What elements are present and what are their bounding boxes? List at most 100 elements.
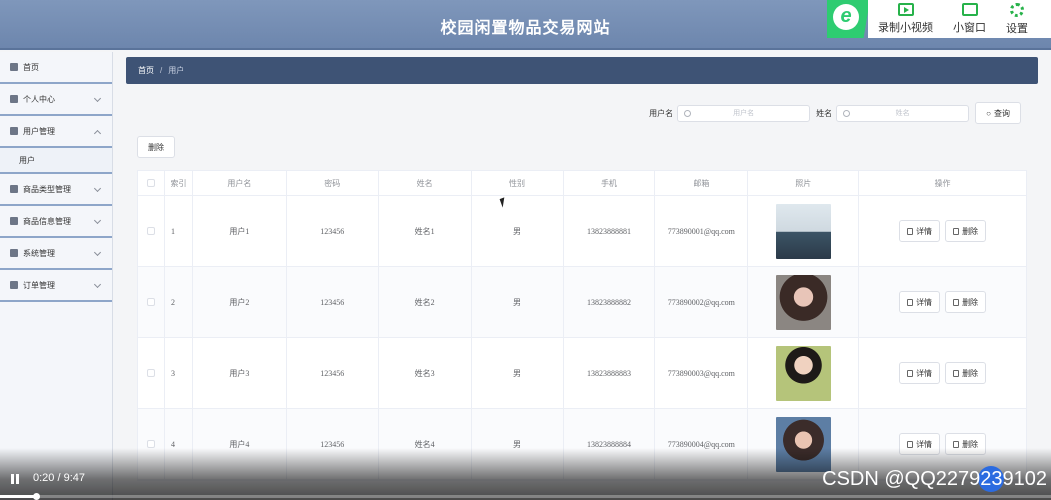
sidebar-item-home[interactable]: 首页 <box>0 52 112 84</box>
sidebar-item-system-management[interactable]: 系统管理 <box>0 238 112 270</box>
row-select-cell <box>138 196 165 266</box>
batch-delete-button[interactable]: 删除 <box>137 136 175 158</box>
trash-icon <box>953 369 960 377</box>
detail-button[interactable]: 详情 <box>899 220 941 242</box>
settings-button[interactable]: 设置 <box>996 0 1038 38</box>
column-header: 用户名 <box>193 171 287 195</box>
cell-email: 773890003@qq.com <box>655 338 749 408</box>
chevron-down-icon <box>93 94 102 103</box>
sidebar-item-profile[interactable]: 个人中心 <box>0 84 112 116</box>
breadcrumb-home[interactable]: 首页 <box>138 65 154 76</box>
chevron-down-icon <box>93 248 102 257</box>
column-header: 操作 <box>934 178 951 188</box>
top-header: 校园闲置物品交易网站 e 录制小视频 小窗口 设置 <box>0 0 1051 50</box>
gear-icon <box>1010 2 1024 17</box>
delete-button[interactable]: 删除 <box>945 291 987 313</box>
delete-button-label: 删除 <box>962 297 979 307</box>
document-icon <box>907 440 914 448</box>
delete-button[interactable]: 删除 <box>945 220 987 242</box>
row-checkbox[interactable] <box>146 227 155 235</box>
record-video-button[interactable]: 录制小视频 <box>868 0 943 38</box>
name-search-input[interactable]: 姓名 <box>836 104 970 122</box>
video-progress-fill <box>0 495 36 498</box>
sidebar-item-label: 用户 <box>19 155 35 165</box>
cell-password: 123456 <box>287 196 379 266</box>
cell-gender: 男 <box>472 267 564 337</box>
cell-photo <box>748 196 860 266</box>
sidebar-item-order-management[interactable]: 订单管理 <box>0 270 112 302</box>
delete-button[interactable]: 删除 <box>945 362 987 384</box>
detail-button[interactable]: 详情 <box>899 362 941 384</box>
cell-name: 姓名2 <box>379 267 472 337</box>
row-select-cell <box>138 338 165 408</box>
document-icon <box>907 369 914 377</box>
chevron-down-icon <box>93 184 102 193</box>
settings-label: 设置 <box>1006 22 1028 35</box>
cell-phone: 13823888883 <box>564 338 656 408</box>
cell-gender: 男 <box>472 196 564 266</box>
user-photo[interactable] <box>775 203 831 259</box>
cell-gender: 男 <box>472 338 564 408</box>
select-all-checkbox[interactable] <box>146 179 155 187</box>
sidebar-item-product-management[interactable]: 商品信息管理 <box>0 206 112 238</box>
detail-button-label: 详情 <box>916 226 933 236</box>
name-label: 姓名 <box>816 108 833 118</box>
query-button-label: 查询 <box>994 108 1010 118</box>
cell-email: 773890002@qq.com <box>655 267 749 337</box>
browser-extension-badge[interactable]: e <box>827 0 870 38</box>
column-header: 姓名 <box>379 171 472 195</box>
extension-logo-icon: e <box>833 4 859 30</box>
table-row: 3 用户3 123456 姓名3 男 13823888883 773890003… <box>138 338 1026 409</box>
video-progress-handle[interactable] <box>32 493 40 500</box>
sidebar-item-label: 商品信息管理 <box>23 216 71 226</box>
row-checkbox[interactable] <box>146 369 155 377</box>
cell-actions: 详情 删除 <box>859 267 1026 337</box>
table-header: 索引 用户名 密码 姓名 性别 手机 邮箱 照片 操作 <box>138 171 1026 196</box>
detail-button-label: 详情 <box>916 297 933 307</box>
cell-photo <box>748 338 860 408</box>
tag-icon <box>10 185 18 193</box>
record-video-label: 录制小视频 <box>878 22 933 34</box>
breadcrumb-current: 用户 <box>168 66 185 75</box>
trash-icon <box>953 298 960 306</box>
trash-icon <box>953 227 960 235</box>
pause-icon[interactable] <box>11 474 19 484</box>
cell-name: 姓名1 <box>379 196 472 266</box>
sidebar-item-label: 用户管理 <box>23 126 55 136</box>
detail-button-label: 详情 <box>916 368 933 378</box>
cell-actions: 详情 删除 <box>859 196 1026 266</box>
sidebar-item-category-management[interactable]: 商品类型管理 <box>0 174 112 206</box>
video-progress-bar[interactable] <box>0 493 1051 500</box>
column-header: 性别 <box>472 171 564 195</box>
search-bar: 用户名 用户名 姓名 姓名 ○ 查询 <box>649 102 1021 124</box>
sidebar-subitem-users[interactable]: 用户 <box>0 148 112 174</box>
cell-index: 2 <box>165 267 193 337</box>
column-header: 索引 <box>165 171 193 195</box>
cell-password: 123456 <box>287 338 379 408</box>
delete-button-label: 删除 <box>962 368 979 378</box>
detail-button[interactable]: 详情 <box>899 291 941 313</box>
mini-window-label: 小窗口 <box>953 22 986 34</box>
username-search-input[interactable]: 用户名 <box>677 104 811 122</box>
video-camera-icon <box>897 3 914 16</box>
sidebar-item-label: 商品类型管理 <box>23 184 71 194</box>
user-photo[interactable] <box>775 345 831 401</box>
cell-index: 1 <box>165 196 193 266</box>
row-checkbox[interactable] <box>146 440 155 448</box>
users-table: 索引 用户名 密码 姓名 性别 手机 邮箱 照片 操作 1 用户1 123456… <box>137 170 1027 481</box>
username-label: 用户名 <box>649 108 674 118</box>
sidebar-item-user-management[interactable]: 用户管理 <box>0 116 112 148</box>
main-content: 首页 / 用户 用户名 用户名 姓名 姓名 ○ 查询 删除 索引 用户名 密码 姓… <box>126 57 1038 481</box>
user-icon <box>10 127 18 135</box>
recorder-toolbar: 录制小视频 小窗口 设置 <box>868 0 1051 38</box>
mini-window-button[interactable]: 小窗口 <box>943 0 996 38</box>
cell-photo <box>748 267 860 337</box>
sidebar-item-label: 订单管理 <box>23 280 55 290</box>
row-checkbox[interactable] <box>146 298 155 306</box>
cell-password: 123456 <box>287 267 379 337</box>
cell-actions: 详情 删除 <box>859 338 1026 408</box>
sidebar-item-label: 首页 <box>23 62 39 72</box>
cell-username: 用户3 <box>193 338 287 408</box>
query-button[interactable]: ○ 查询 <box>975 102 1021 124</box>
user-photo[interactable] <box>775 274 831 330</box>
